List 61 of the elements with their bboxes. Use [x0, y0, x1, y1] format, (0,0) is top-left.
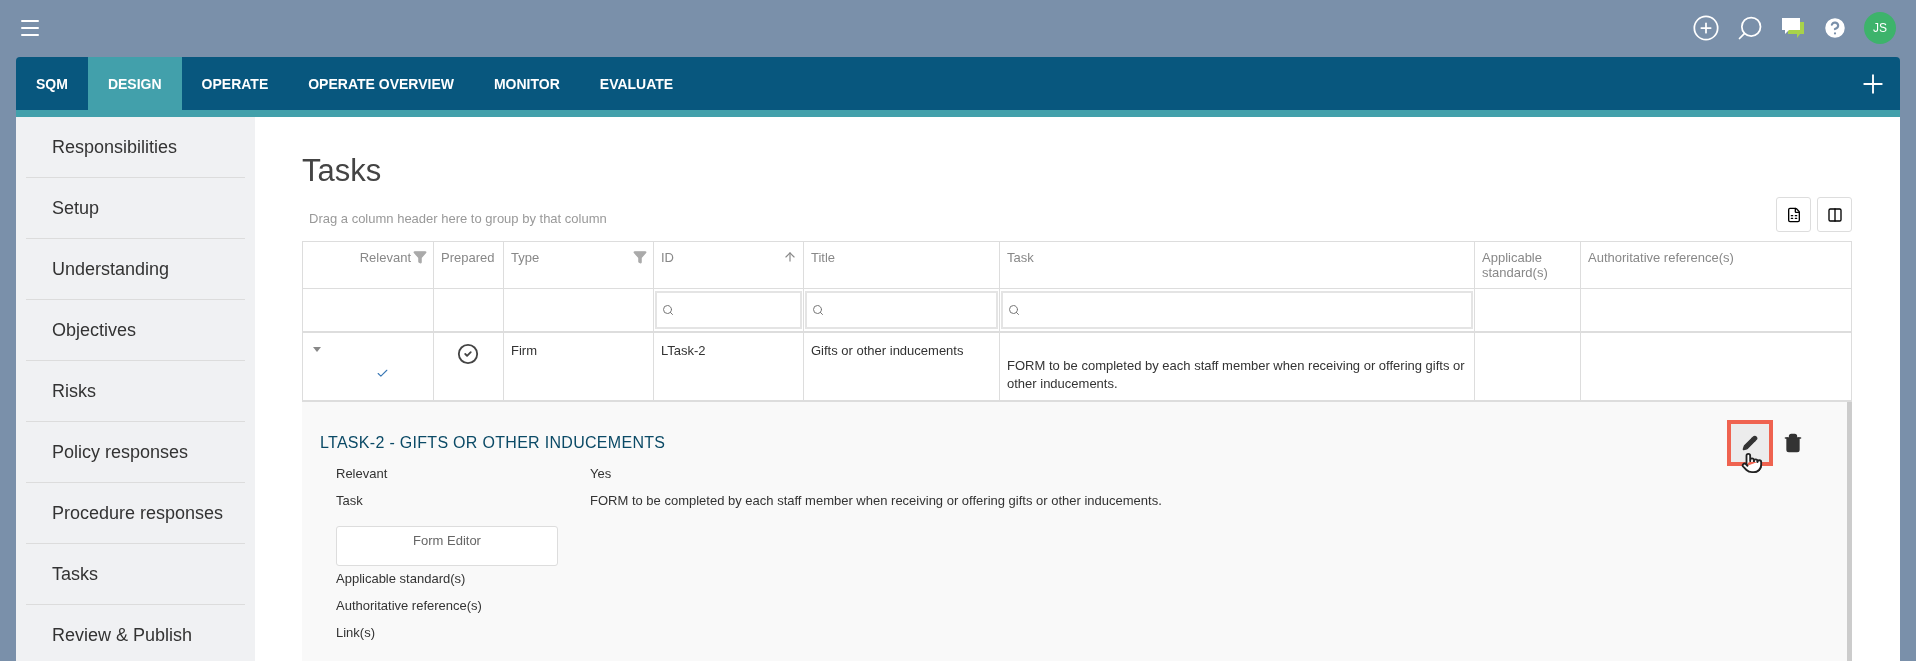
search-icon	[1008, 304, 1020, 316]
column-header[interactable]: Title	[804, 242, 1000, 289]
column-label: Relevant	[359, 250, 411, 265]
column-header[interactable]: Type	[504, 242, 654, 289]
column-label: Type	[511, 250, 540, 265]
column-label: Applicable standard(s)	[1482, 250, 1549, 280]
delete-icon[interactable]	[1783, 433, 1803, 453]
field-label: Authoritative reference(s)	[336, 598, 483, 613]
field-value: Yes	[590, 466, 613, 481]
sidebar-item[interactable]: Objectives	[26, 300, 245, 361]
columns-button[interactable]	[1817, 197, 1852, 232]
detail-heading: LTASK-2 - GIFTS OR OTHER INDUCEMENTS	[320, 434, 666, 452]
column-header[interactable]: Task	[1000, 242, 1475, 289]
search-icon	[662, 304, 674, 316]
nav-tab[interactable]: OPERATE OVERVIEW	[288, 57, 474, 110]
spreadsheet-icon	[1785, 206, 1802, 223]
nav-tab[interactable]: OPERATE	[181, 57, 289, 110]
chat-icon[interactable]	[1780, 15, 1806, 40]
field-label: Relevant	[336, 466, 389, 481]
group-hint: Drag a column header here to group by that column	[308, 211, 607, 228]
page-title: Tasks	[302, 153, 383, 189]
field-label: Task	[336, 493, 364, 508]
column-label: Authoritative reference(s)	[1588, 250, 1734, 265]
table-cell: LTask-2	[654, 333, 804, 401]
table-cell: FORM to be completed by each staff member when receiving or offering gifts or other inducements.	[1000, 333, 1475, 401]
sidebar-item[interactable]: Responsibilities	[26, 117, 245, 178]
filter-icon[interactable]	[633, 250, 647, 264]
table-cell: Gifts or other inducements	[804, 333, 1000, 401]
column-header[interactable]: Relevant	[303, 242, 434, 289]
add-icon[interactable]	[1692, 13, 1720, 42]
column-header[interactable]: ID	[654, 242, 804, 289]
field-label: Applicable standard(s)	[336, 571, 467, 586]
edit-button[interactable]	[1727, 420, 1773, 466]
nav-tab[interactable]: EVALUATE	[579, 57, 694, 110]
filter-icon[interactable]	[413, 250, 427, 264]
form-editor-button[interactable]: Form Editor	[336, 526, 558, 566]
sidebar-item[interactable]: Procedure responses	[26, 483, 245, 544]
columns-icon	[1826, 206, 1843, 223]
hand-cursor-icon	[1741, 452, 1763, 474]
sidebar-item[interactable]: Tasks	[26, 544, 245, 605]
export-button[interactable]	[1776, 197, 1811, 232]
pencil-icon	[1742, 435, 1758, 451]
column-label: Prepared	[441, 250, 495, 265]
nav-tab[interactable]: SQM	[16, 57, 88, 110]
sidebar-item[interactable]: Policy responses	[26, 422, 245, 483]
column-label: Task	[1007, 250, 1034, 265]
sidebar-item[interactable]: Understanding	[26, 239, 245, 300]
collapse-caret-icon[interactable]	[313, 347, 321, 353]
sidebar-item[interactable]: Setup	[26, 178, 245, 239]
column-label: ID	[661, 250, 674, 265]
sidebar-item[interactable]: Review & Publish	[26, 605, 245, 661]
sidebar-item[interactable]: Risks	[26, 361, 245, 422]
column-header[interactable]: Authoritative reference(s)	[1581, 242, 1852, 289]
table-cell: Firm	[504, 333, 654, 401]
nav-tab[interactable]: MONITOR	[473, 57, 580, 110]
column-header[interactable]: Prepared	[434, 242, 504, 289]
column-header[interactable]: Applicable standard(s)	[1475, 242, 1581, 289]
field-label: Link(s)	[336, 625, 376, 640]
search-icon	[812, 304, 824, 316]
field-value: FORM to be completed by each staff member when receiving or offering gifts or other inducements.	[590, 493, 1163, 508]
column-label: Title	[811, 250, 836, 265]
